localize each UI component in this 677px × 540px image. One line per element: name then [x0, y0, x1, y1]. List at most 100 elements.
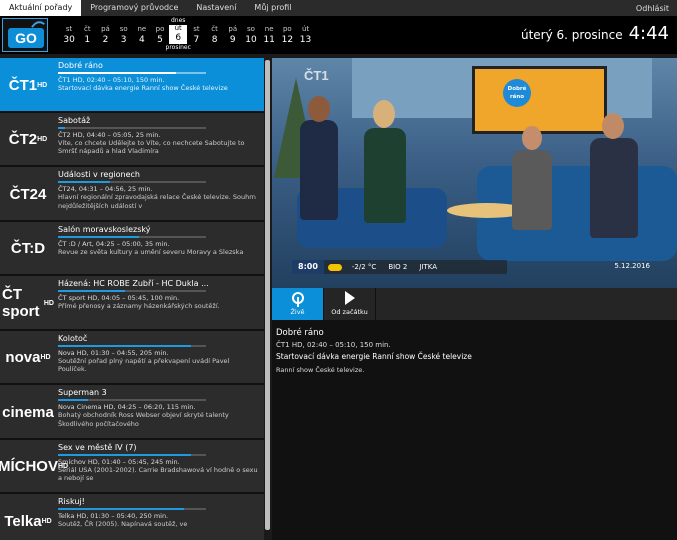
channel-logo-text: ČT2 [8, 131, 38, 148]
program-description: Startovací dávka energie Ranní show Česk… [58, 84, 228, 92]
program-time: ČT :D / Art, 04:25 – 05:00, 35 min. [58, 239, 170, 248]
channel-logo: ČT24 [2, 171, 54, 217]
progress-bar [58, 344, 206, 347]
day-11[interactable]: ne 11 [260, 16, 278, 54]
day-name: út [301, 25, 310, 33]
program-title: Salón moravskoslezský [58, 224, 151, 234]
program-detail: Dobré ráno ČT1 HD, 02:40 – 05:10, 150 mi… [272, 320, 677, 540]
program-description: Bohatý obchodník Ross Webser objeví skry… [58, 411, 229, 428]
day-name: po [155, 25, 165, 33]
day-name: pá [228, 25, 238, 33]
current-date-time: úterý 6. prosince 4:44 [521, 23, 669, 44]
day-10[interactable]: so 10 [242, 16, 260, 54]
progress-bar [58, 290, 206, 292]
channel-logo: ČT1 HD [2, 62, 54, 108]
channel-item[interactable]: SMÍCHOVHDSex ve městě IV (7) Smíchov HD, … [0, 439, 264, 494]
progress-fill [58, 181, 110, 183]
from-start-label: Od začátku [331, 308, 368, 316]
progress-fill [58, 126, 66, 129]
from-start-button[interactable]: Od začátku [324, 288, 376, 320]
program-time: Smíchov HD, 01:40 – 05:45, 245 min. [58, 457, 180, 466]
studio-screen: Dobré ráno [472, 66, 607, 134]
channel-item[interactable]: ČT:D Salón moravskoslezský ČT :D / Art, 04… [0, 221, 264, 276]
badge-line2: ráno [509, 94, 525, 100]
tab-my-profile[interactable]: Můj profil [245, 0, 300, 16]
progress-bar [58, 126, 206, 129]
channel-logo-text: ČT sport [2, 286, 40, 320]
channel-item[interactable]: ČT1 HD Dobré ráno ČT1 HD, 02:40 – 05:10, 15… [0, 58, 264, 113]
channel-logo: ČT:D [2, 226, 54, 272]
video-player[interactable]: Dobré ráno ČT1 8:00 -2/2 °C BIO 2 JITKA 5… [272, 58, 677, 288]
ticker-temperature: -2/2 °C [351, 263, 377, 271]
presenter-2-head [373, 100, 395, 128]
day-number: 13 [299, 35, 312, 45]
channel-item[interactable]: cinema Superman 3 Nova Cinema HD, 04:25 – … [0, 385, 264, 440]
channel-logo-text: cinema [2, 403, 54, 421]
channel-item[interactable]: ČT2 HD Sabotáž ČT2 HD, 04:40 – 05:05, 25 mi… [0, 112, 264, 167]
day-number: 11 [263, 35, 275, 45]
ticker-item-1: BIO 2 [388, 263, 408, 271]
badge-line1: Dobré [507, 86, 527, 92]
guest-2-head [602, 113, 624, 139]
day-6[interactable]: dnes út 6 prosinec [166, 16, 191, 54]
live-button[interactable]: Živě [272, 288, 324, 320]
channel-item[interactable]: nova HD Kolotoč Nova HD, 01:30 – 04:55, 205… [0, 330, 264, 385]
program-time: ČT sport HD, 04:05 – 05:45, 100 min. [58, 294, 180, 302]
channel-item[interactable]: ČT sport HD Házená: HC ROBE Zubří - HC Duk… [0, 276, 264, 331]
guest-2 [590, 138, 638, 238]
header-bar: GO st 30 čt 1 pá 2 so 3 ne 4 po 5 dnes út 6 prosinec st 7… [0, 16, 677, 54]
top-navigation: Aktuální pořady Programový průvodce Nast… [0, 0, 677, 16]
day-name: so [247, 25, 255, 33]
day-number: 12 [281, 35, 294, 45]
program-time: ČT24, 04:31 – 04:56, 25 min. [58, 185, 153, 193]
logout-link[interactable]: Odhlásit [636, 4, 677, 13]
channel-item[interactable]: ČT24 Události v regionech ČT24, 04:31 – 04… [0, 167, 264, 222]
go-logo[interactable]: GO [2, 17, 48, 52]
channel-logo: SMÍCHOVHD [0, 444, 68, 490]
day-13[interactable]: út 13 [296, 16, 314, 54]
day-4[interactable]: ne 4 [133, 16, 151, 54]
day-9[interactable]: pá 9 [224, 16, 242, 54]
channel-item[interactable]: Telka HD Riskuj! Telka HD, 01:30 – 05:40, 2… [0, 494, 264, 540]
day-name: čt [211, 25, 218, 33]
day-12[interactable]: po 12 [278, 16, 296, 54]
ticker-item-2: JITKA [419, 263, 438, 271]
day-3[interactable]: so 3 [115, 16, 133, 54]
day-2[interactable]: pá 2 [96, 16, 114, 54]
channel-logo-sup: HD [41, 517, 52, 525]
channel-logo-text: Telka [4, 512, 42, 530]
current-time: 4:44 [628, 23, 669, 44]
tab-current-shows[interactable]: Aktuální pořady [0, 0, 82, 16]
live-label: Živě [290, 308, 305, 316]
channel-list-scrollbar[interactable] [264, 58, 271, 540]
day-1[interactable]: čt 1 [78, 16, 96, 54]
progress-fill [58, 235, 140, 238]
day-picker: st 30 čt 1 pá 2 so 3 ne 4 po 5 dnes út 6 prosinec st 7 čt 8… [60, 16, 315, 54]
channel-logo-text: SMÍCHOV [0, 458, 58, 475]
tab-program-guide[interactable]: Programový průvodce [81, 0, 187, 16]
channel-logo-sup: HD [37, 136, 48, 143]
progress-bar [58, 508, 206, 510]
presenter-1-head [308, 96, 330, 122]
program-time: Nova HD, 01:30 – 04:55, 205 min. [58, 348, 169, 357]
day-number: 6 [175, 33, 182, 43]
presenter-1 [300, 120, 338, 220]
progress-fill [58, 72, 177, 74]
program-title: Události v regionech [58, 170, 140, 179]
program-title: Dobré ráno [58, 61, 103, 70]
day-number: 2 [102, 35, 109, 45]
channel-logo-sup: HD [40, 354, 51, 361]
guest-1 [512, 150, 552, 230]
detail-description: Ranní show České televize. [276, 366, 365, 374]
day-0[interactable]: st 30 [60, 16, 78, 54]
day-name: st [65, 25, 73, 33]
antenna-icon [291, 292, 304, 307]
scrollbar-thumb[interactable] [265, 60, 270, 530]
day-number: 1 [84, 35, 91, 45]
player-controls: Živě Od začátku [272, 288, 677, 320]
program-title: Sabotáž [58, 115, 91, 125]
guest-1-head [522, 126, 542, 150]
day-8[interactable]: čt 8 [206, 16, 224, 54]
program-title: Házená: HC ROBE Zubří - HC Dukla ... [58, 279, 209, 288]
tab-settings[interactable]: Nastavení [187, 0, 245, 16]
